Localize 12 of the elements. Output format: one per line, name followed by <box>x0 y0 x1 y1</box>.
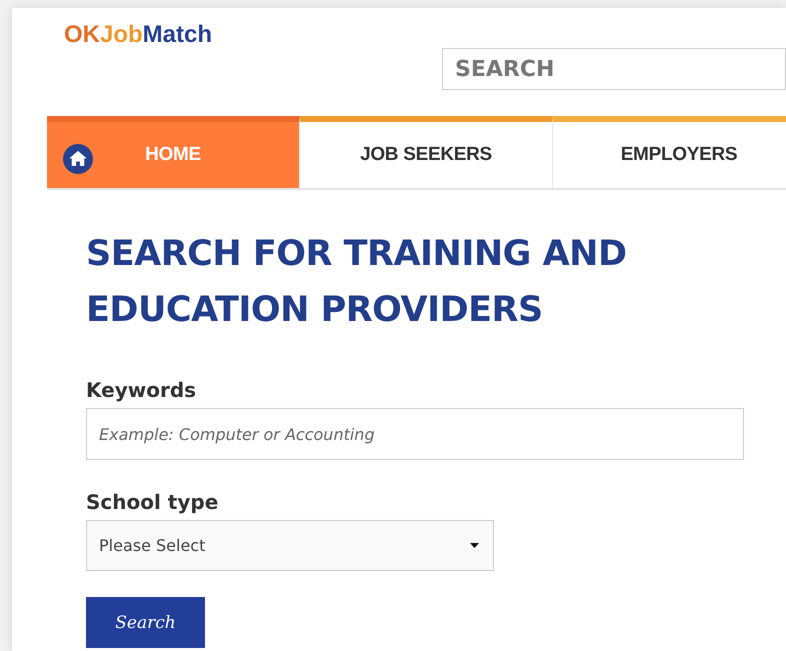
caret-icon <box>470 543 479 548</box>
school-type-dropdown[interactable]: Please Select <box>86 520 494 571</box>
field-label: Keywords <box>86 378 196 402</box>
nav-tab[interactable]: EMPLOYERS <box>553 116 786 190</box>
site-logo[interactable]: OKJobMatch <box>64 21 212 49</box>
page-heading: SEARCH FOR TRAINING AND EDUCATION PROVIDERS <box>86 233 628 332</box>
nav-tab[interactable]: JOB SEEKERS <box>300 116 553 190</box>
field-label: School type <box>86 490 218 514</box>
home-icon <box>63 144 93 174</box>
search-field[interactable]: SEARCH <box>442 48 786 90</box>
keywords-field[interactable]: Example: Computer or Accounting <box>86 408 744 460</box>
search-button[interactable]: Search <box>86 597 205 648</box>
